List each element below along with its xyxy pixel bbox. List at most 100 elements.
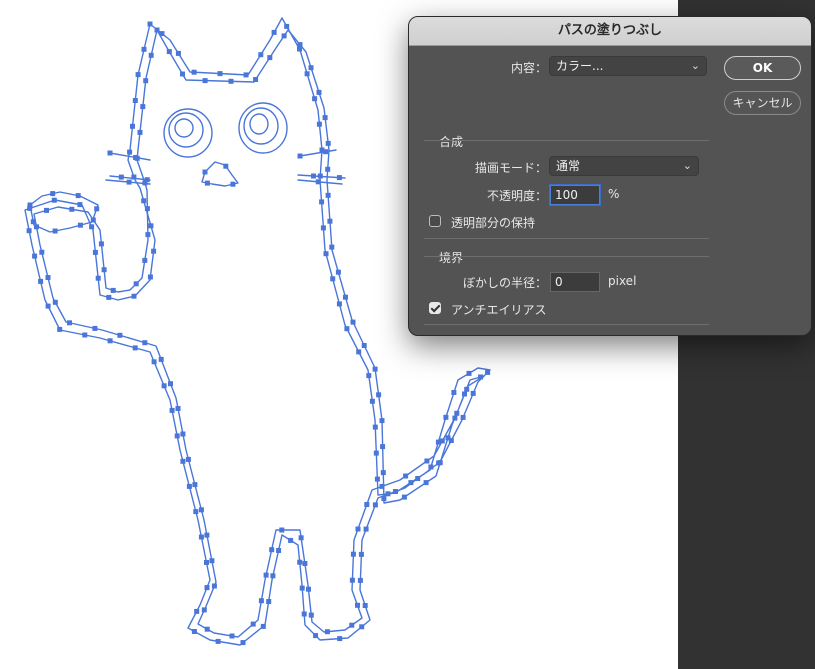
anchor-point	[415, 476, 421, 481]
anchor-point	[192, 482, 198, 488]
anchor-point	[439, 438, 445, 444]
anchor-point	[451, 390, 457, 395]
anchor-point	[316, 89, 322, 95]
anchor-point	[110, 287, 116, 293]
anchor-point	[335, 269, 341, 275]
blend-mode-select[interactable]: 通常 ⌄	[549, 156, 699, 176]
blending-section-title: 合成	[439, 135, 464, 149]
anchor-point	[250, 621, 256, 627]
opacity-unit: %	[608, 187, 620, 201]
anchor-point	[344, 326, 350, 332]
anchor-point	[131, 174, 137, 180]
feather-radius-input[interactable]: 0	[550, 272, 600, 292]
anchor-point	[52, 299, 58, 305]
anchor-point	[288, 537, 294, 543]
anchor-point	[372, 424, 378, 430]
anchor-point	[168, 381, 173, 387]
anchor-point	[323, 149, 329, 155]
anchor-point	[297, 559, 303, 565]
anchor-point	[327, 218, 333, 224]
dialog-title: パスの塗りつぶし	[409, 17, 811, 46]
anchor-point	[466, 370, 472, 376]
anchor-point	[204, 626, 210, 632]
anchor-point	[77, 202, 83, 208]
rendering-section-rule	[424, 256, 709, 257]
anchor-point	[364, 502, 370, 507]
anchor-point	[485, 369, 491, 375]
anchor-point	[132, 345, 138, 351]
anchor-point	[95, 275, 101, 281]
anchor-point	[355, 602, 360, 608]
anchor-point	[428, 464, 434, 470]
rendering-section-title: 境界	[439, 251, 464, 265]
anchor-point	[77, 222, 83, 228]
anchor-point	[166, 49, 172, 55]
anchor-point	[308, 612, 314, 618]
anchor-point	[143, 78, 149, 84]
anchor-point	[443, 414, 449, 420]
anchor-point	[240, 640, 246, 646]
preserve-transparency-checkbox[interactable]	[429, 215, 441, 227]
anchor-point	[297, 46, 302, 52]
anchor-point	[317, 173, 323, 179]
anchor-point	[50, 191, 56, 197]
cat-right-eye-inner	[249, 113, 269, 135]
anchor-point	[263, 572, 269, 578]
anchor-point	[69, 206, 75, 212]
anchor-point	[336, 301, 342, 307]
chevron-down-icon: ⌄	[690, 59, 700, 72]
anchor-point	[44, 207, 49, 213]
anchor-point	[132, 98, 138, 103]
anchor-point	[30, 219, 36, 225]
anchor-point	[349, 622, 355, 628]
anchor-point	[180, 431, 186, 437]
contents-select[interactable]: カラー... ⌄	[549, 56, 707, 76]
anchor-point	[297, 153, 303, 159]
anchor-point	[304, 71, 310, 77]
anchor-point	[45, 275, 51, 280]
cancel-button[interactable]: キャンセル	[724, 91, 801, 115]
anchor-point	[297, 42, 303, 48]
antialias-checkbox[interactable]	[429, 302, 441, 314]
anchor-point	[204, 560, 209, 565]
anchor-point	[269, 547, 275, 553]
anchor-point	[38, 278, 44, 284]
cat-right-eye-mid	[243, 107, 279, 145]
anchor-point	[324, 629, 330, 635]
anchor-point	[452, 415, 458, 421]
anchor-point	[133, 155, 139, 160]
cat-left-eye-outer	[163, 108, 213, 158]
anchor-point	[198, 507, 204, 513]
anchor-point	[154, 27, 160, 33]
anchor-point	[82, 332, 88, 338]
anchor-point	[230, 181, 236, 187]
anchor-point	[57, 326, 63, 332]
anchor-point	[94, 206, 100, 212]
anchor-point	[329, 244, 335, 250]
rendering-section-bottom-rule	[424, 324, 709, 325]
anchor-point	[142, 257, 148, 263]
anchor-point	[229, 633, 235, 639]
anchor-point	[322, 115, 328, 121]
anchor-point	[193, 509, 199, 515]
anchor-point	[126, 179, 132, 185]
anchor-point	[379, 483, 385, 489]
anchor-point	[379, 418, 385, 424]
ok-button[interactable]: OK	[724, 56, 801, 80]
anchor-point	[135, 72, 141, 78]
anchor-point	[271, 29, 277, 35]
anchor-point	[281, 33, 287, 39]
blending-section-bottom-rule	[424, 238, 709, 239]
anchor-point	[147, 274, 153, 280]
anchor-point	[194, 608, 200, 614]
opacity-input[interactable]: 100	[550, 185, 600, 205]
anchor-point	[357, 577, 363, 583]
anchor-point	[381, 496, 387, 502]
anchor-point	[223, 163, 229, 169]
anchor-point	[145, 232, 151, 238]
anchor-point	[320, 225, 326, 231]
anchor-point	[403, 473, 409, 479]
cat-left-eye-inner	[174, 118, 194, 138]
anchor-point	[107, 150, 113, 156]
anchor-point	[106, 294, 112, 300]
